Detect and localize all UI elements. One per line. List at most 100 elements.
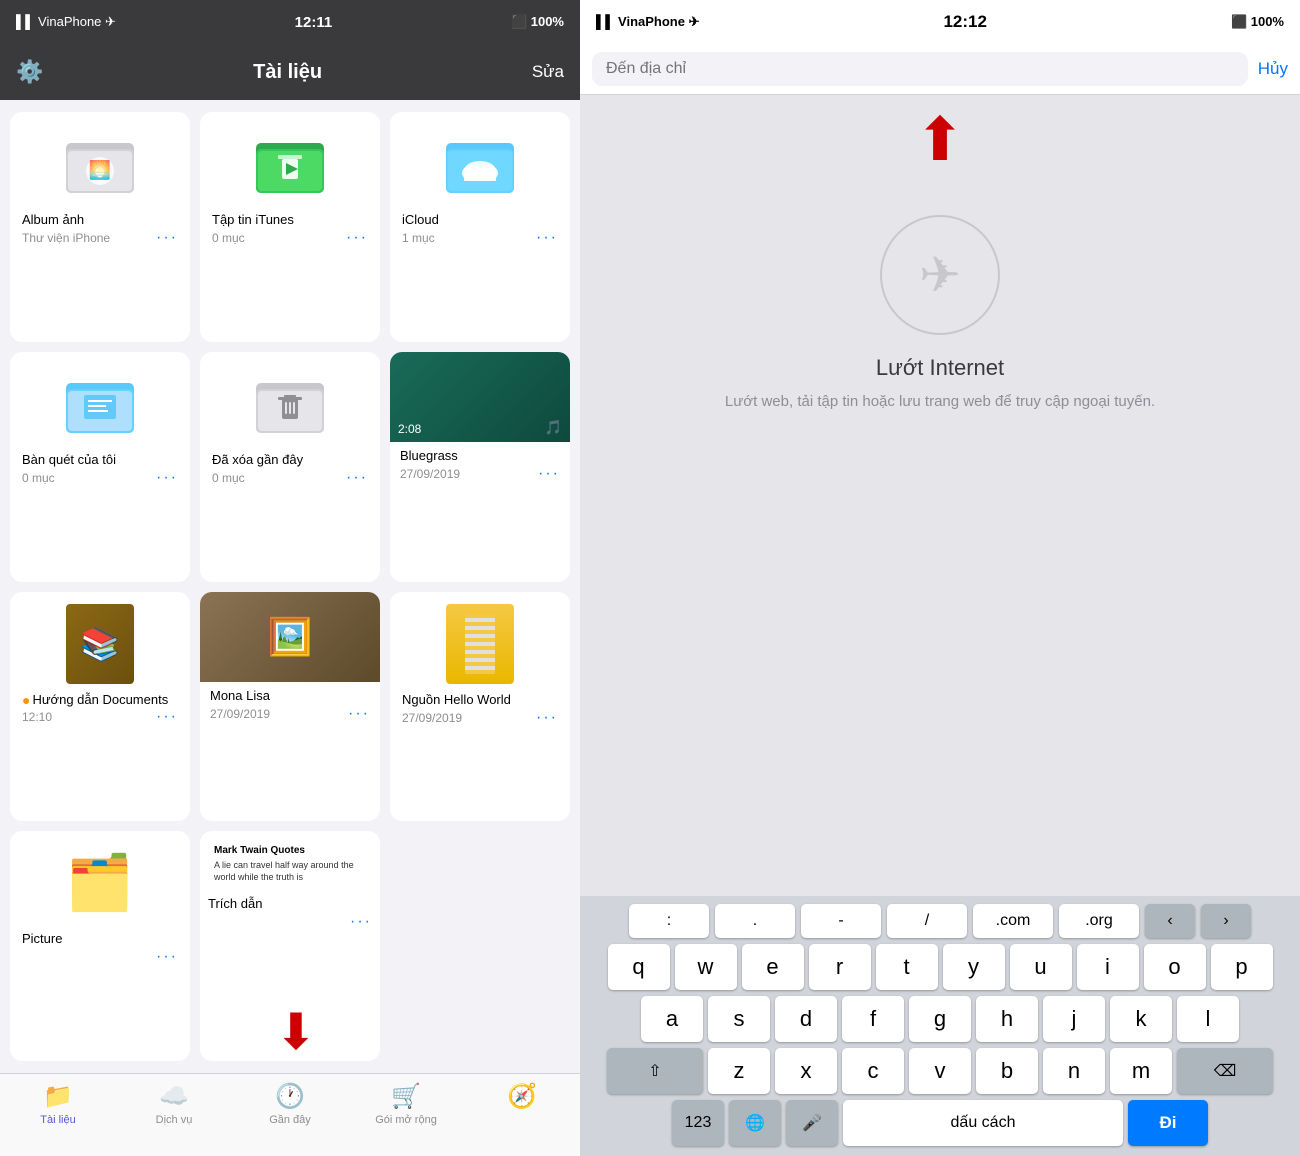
gear-icon[interactable]: ⚙️ — [16, 59, 43, 85]
key-h[interactable]: h — [976, 996, 1038, 1042]
key-a[interactable]: a — [641, 996, 703, 1042]
item-icon: 🌅 — [22, 124, 178, 204]
more-dots[interactable]: ··· — [156, 229, 178, 247]
more-dots[interactable]: ··· — [156, 469, 178, 487]
right-time: 12:12 — [943, 12, 986, 32]
forward-nav-key[interactable]: › — [1201, 904, 1251, 938]
key-i[interactable]: i — [1077, 944, 1139, 990]
more-dots[interactable]: ··· — [536, 229, 558, 247]
period-key[interactable]: . — [715, 904, 795, 938]
list-item[interactable]: Nguồn Hello World 27/09/2019 ··· — [390, 592, 570, 822]
more-dots[interactable]: ··· — [348, 705, 370, 723]
number-key[interactable]: 123 — [672, 1100, 724, 1146]
key-p[interactable]: p — [1211, 944, 1273, 990]
right-signal: ▌▌ VinaPhone ✈ — [596, 14, 699, 30]
key-y[interactable]: y — [943, 944, 1005, 990]
left-time: 12:11 — [295, 14, 333, 31]
left-panel: ▌▌ VinaPhone ✈ 12:11 ⬛ 100% ⚙️ Tài liệu … — [0, 0, 580, 1156]
more-dots[interactable]: ··· — [350, 913, 372, 931]
cancel-button[interactable]: Hủy — [1258, 59, 1288, 79]
dash-key[interactable]: - — [801, 904, 881, 938]
slash-key[interactable]: / — [887, 904, 967, 938]
tab-documents[interactable]: 📁 Tài liệu — [0, 1082, 116, 1126]
list-item[interactable]: 🖼️ Mona Lisa 27/09/2019 ··· — [200, 592, 380, 822]
list-item[interactable]: iCloud 1 mục ··· — [390, 112, 570, 342]
special-keys-row: : . - / .com .org ‹ › — [580, 904, 1300, 944]
key-k[interactable]: k — [1110, 996, 1172, 1042]
key-l[interactable]: l — [1177, 996, 1239, 1042]
key-b[interactable]: b — [976, 1048, 1038, 1094]
list-item[interactable]: 🌅 Album ảnh Thư viện iPhone ··· — [10, 112, 190, 342]
page-title: Tài liệu — [253, 61, 322, 84]
edit-button[interactable]: Sửa — [532, 62, 564, 82]
more-dots[interactable]: ··· — [536, 709, 558, 727]
store-tab-icon: 🛒 — [391, 1082, 421, 1111]
quote-preview: Mark Twain Quotes A lie can travel half … — [208, 839, 372, 889]
list-item[interactable]: Tập tin iTunes 0 mục ··· — [200, 112, 380, 342]
delete-key[interactable]: ⌫ — [1177, 1048, 1273, 1094]
shift-key[interactable]: ⇧ — [607, 1048, 703, 1094]
browser-bar: Hủy — [580, 44, 1300, 95]
key-w[interactable]: w — [675, 944, 737, 990]
key-m[interactable]: m — [1110, 1048, 1172, 1094]
more-dots[interactable]: ··· — [156, 708, 178, 726]
key-s[interactable]: s — [708, 996, 770, 1042]
item-icon — [212, 364, 368, 444]
globe-key[interactable]: 🌐 — [729, 1100, 781, 1146]
key-x[interactable]: x — [775, 1048, 837, 1094]
colon-key[interactable]: : — [629, 904, 709, 938]
more-dots[interactable]: ··· — [538, 465, 560, 483]
right-status-bar: ▌▌ VinaPhone ✈ 12:12 ⬛ 100% — [580, 0, 1300, 44]
key-j[interactable]: j — [1043, 996, 1105, 1042]
key-z[interactable]: z — [708, 1048, 770, 1094]
compass-icon: ✈ — [919, 246, 961, 304]
browse-title: Lướt Internet — [876, 355, 1004, 381]
up-arrow: ⬆ — [915, 105, 965, 175]
url-input[interactable] — [592, 52, 1248, 86]
dotcom-key[interactable]: .com — [973, 904, 1053, 938]
item-icon — [212, 124, 368, 204]
documents-tab-icon: 📁 — [43, 1082, 73, 1111]
more-dots[interactable]: ··· — [346, 229, 368, 247]
key-o[interactable]: o — [1144, 944, 1206, 990]
list-item[interactable]: Mark Twain Quotes A lie can travel half … — [200, 831, 380, 1061]
list-item[interactable]: Bàn quét của tôi 0 mục ··· — [10, 352, 190, 582]
tab-store[interactable]: 🛒 Gói mở rộng — [348, 1082, 464, 1126]
item-name: Tập tin iTunes — [212, 212, 294, 227]
key-r[interactable]: r — [809, 944, 871, 990]
svg-text:🌅: 🌅 — [89, 159, 111, 180]
tab-recent[interactable]: 🕐 Gần đây — [232, 1082, 348, 1126]
back-nav-key[interactable]: ‹ — [1145, 904, 1195, 938]
more-dots[interactable]: ··· — [346, 469, 368, 487]
dotorg-key[interactable]: .org — [1059, 904, 1139, 938]
mic-key[interactable]: 🎤 — [786, 1100, 838, 1146]
space-key[interactable]: dấu cách — [843, 1100, 1123, 1146]
key-q[interactable]: q — [608, 944, 670, 990]
left-status-bar: ▌▌ VinaPhone ✈ 12:11 ⬛ 100% — [0, 0, 580, 44]
key-v[interactable]: v — [909, 1048, 971, 1094]
key-g[interactable]: g — [909, 996, 971, 1042]
list-item[interactable]: 📚 ● Hướng dẫn Documents 12:10 ··· — [10, 592, 190, 822]
key-t[interactable]: t — [876, 944, 938, 990]
item-name: Mona Lisa — [210, 688, 370, 703]
more-dots[interactable]: ··· — [156, 948, 178, 966]
key-d[interactable]: d — [775, 996, 837, 1042]
key-u[interactable]: u — [1010, 944, 1072, 990]
tab-services[interactable]: ☁️ Dịch vụ — [116, 1082, 232, 1126]
key-f[interactable]: f — [842, 996, 904, 1042]
list-item[interactable]: Đã xóa gần đây 0 mục ··· — [200, 352, 380, 582]
list-item[interactable]: 2:08 🎵 Bluegrass 27/09/2019 ··· — [390, 352, 570, 582]
tab-recent-label: Gần đây — [269, 1114, 311, 1126]
key-n[interactable]: n — [1043, 1048, 1105, 1094]
key-c[interactable]: c — [842, 1048, 904, 1094]
keyboard: : . - / .com .org ‹ › q w e r t y u i o … — [580, 896, 1300, 1156]
item-icon — [22, 364, 178, 444]
go-key[interactable]: Đi — [1128, 1100, 1208, 1146]
list-item[interactable]: 🗂️ Picture ··· — [10, 831, 190, 1061]
folder-icon — [256, 135, 324, 193]
item-name: Bàn quét của tôi — [22, 452, 116, 467]
item-name: iCloud — [402, 212, 439, 227]
key-e[interactable]: e — [742, 944, 804, 990]
item-icon — [402, 604, 558, 684]
tab-browser[interactable]: 🧭 — [464, 1082, 580, 1111]
